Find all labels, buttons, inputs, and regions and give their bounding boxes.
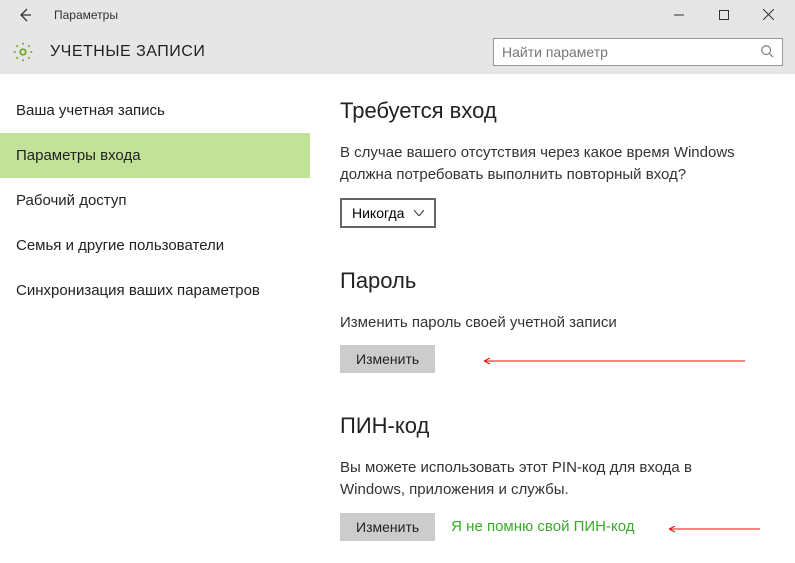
maximize-button[interactable]	[701, 0, 746, 30]
window-title: Параметры	[54, 8, 118, 22]
pin-desc: Вы можете использовать этот PIN-код для …	[340, 457, 760, 501]
password-desc: Изменить пароль своей учетной записи	[340, 312, 760, 334]
require-signin-combo[interactable]: Никогда	[340, 198, 436, 228]
minimize-icon	[674, 10, 684, 20]
back-button[interactable]	[10, 0, 40, 30]
search-input[interactable]	[502, 44, 760, 60]
minimize-button[interactable]	[656, 0, 701, 30]
chevron-down-icon	[414, 207, 424, 219]
section-heading-pin: ПИН-код	[340, 413, 783, 439]
annotation-arrow-icon	[660, 519, 770, 539]
arrow-left-icon	[17, 7, 33, 23]
main-container: Ваша учетная запись Параметры входа Рабо…	[0, 74, 795, 563]
header: УЧЕТНЫЕ ЗАПИСИ	[0, 30, 795, 74]
content-pane: Требуется вход В случае вашего отсутстви…	[310, 74, 795, 563]
search-icon	[760, 44, 774, 61]
password-row: Изменить	[340, 345, 783, 373]
section-heading-signin: Требуется вход	[340, 98, 783, 124]
sidebar-item-signin-options[interactable]: Параметры входа	[0, 133, 310, 178]
pin-row: Изменить Я не помню свой ПИН-код	[340, 513, 783, 541]
combo-value: Никогда	[352, 205, 404, 221]
search-box[interactable]	[493, 38, 783, 66]
annotation-arrow-icon	[475, 351, 755, 371]
maximize-icon	[719, 10, 729, 20]
change-pin-button[interactable]: Изменить	[340, 513, 435, 541]
section-heading-password: Пароль	[340, 268, 783, 294]
signin-desc: В случае вашего отсутствия через какое в…	[340, 142, 760, 186]
titlebar: Параметры	[0, 0, 795, 30]
change-password-button[interactable]: Изменить	[340, 345, 435, 373]
page-title: УЧЕТНЫЕ ЗАПИСИ	[50, 43, 205, 61]
sidebar-item-sync[interactable]: Синхронизация ваших параметров	[0, 268, 310, 313]
sidebar-item-your-account[interactable]: Ваша учетная запись	[0, 88, 310, 133]
forgot-pin-link[interactable]: Я не помню свой ПИН-код	[451, 518, 634, 535]
sidebar: Ваша учетная запись Параметры входа Рабо…	[0, 74, 310, 563]
gear-icon	[12, 41, 34, 63]
close-icon	[763, 9, 774, 20]
sidebar-item-family[interactable]: Семья и другие пользователи	[0, 223, 310, 268]
sidebar-item-work-access[interactable]: Рабочий доступ	[0, 178, 310, 223]
close-button[interactable]	[746, 0, 791, 30]
